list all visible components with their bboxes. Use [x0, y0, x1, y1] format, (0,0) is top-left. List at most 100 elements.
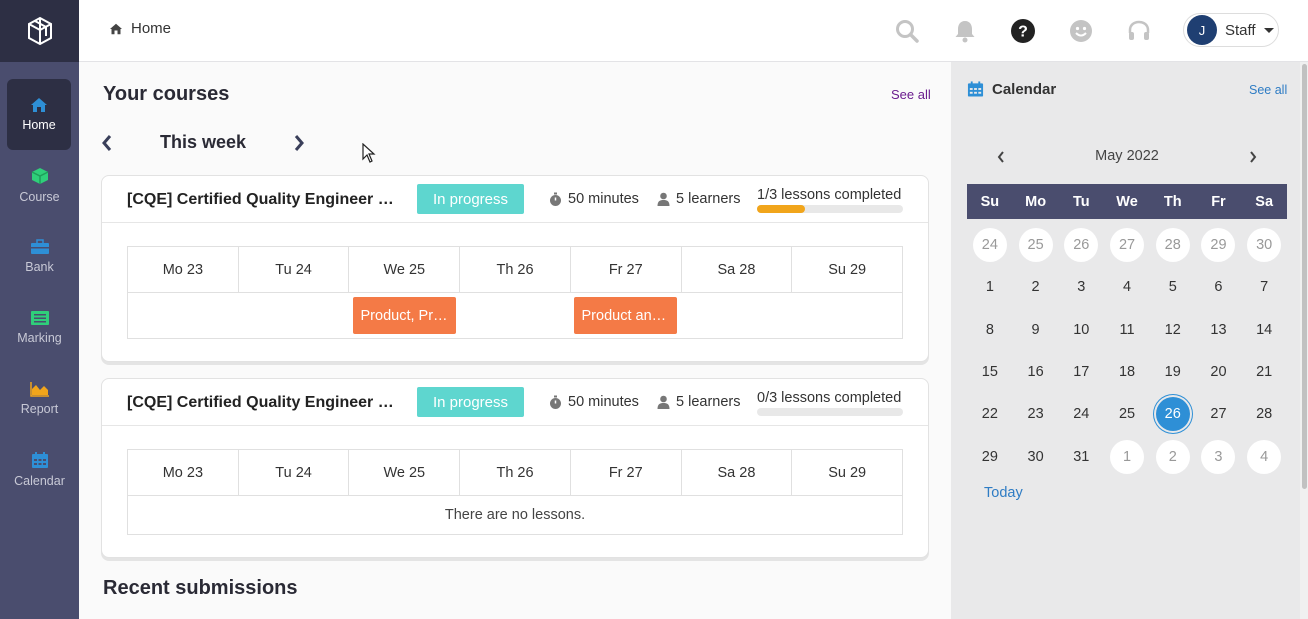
- weekday-label: Th: [1163, 193, 1182, 210]
- sidebar-item-course[interactable]: Course: [0, 150, 79, 221]
- calendar-day[interactable]: 9: [1013, 309, 1059, 351]
- feedback-button[interactable]: [1067, 17, 1095, 45]
- calendar-day[interactable]: 2: [1150, 435, 1196, 477]
- calendar-day[interactable]: 20: [1196, 351, 1242, 393]
- calendar-day[interactable]: 21: [1241, 351, 1287, 393]
- calendar-day-number: 3: [1201, 439, 1236, 474]
- chart-area-icon: [29, 382, 49, 397]
- submissions-heading: Recent submissions: [103, 577, 298, 599]
- breadcrumb[interactable]: Home: [109, 20, 171, 37]
- sidebar-item-calendar[interactable]: Calendar: [0, 434, 79, 505]
- chevron-right-icon[interactable]: [293, 134, 305, 152]
- help-button[interactable]: ?: [1009, 17, 1037, 45]
- calendar-day[interactable]: 1: [967, 266, 1013, 308]
- status-badge: In progress: [417, 387, 524, 417]
- calendar-day[interactable]: 11: [1104, 309, 1150, 351]
- calendar-day-number: 7: [1260, 279, 1269, 296]
- calendar-day[interactable]: 22: [967, 393, 1013, 435]
- calendar-day[interactable]: 23: [1013, 393, 1059, 435]
- course-title[interactable]: [CQE] Certified Quality Engineer (CQE) T…: [127, 394, 397, 412]
- calendar-day[interactable]: 24: [1058, 393, 1104, 435]
- sidebar-item-bank[interactable]: Bank: [0, 221, 79, 292]
- duration-text: 50 minutes: [568, 394, 639, 410]
- course-title[interactable]: [CQE] Certified Quality Engineer (CQE) T…: [127, 191, 397, 209]
- sidebar: Home Course Bank Marking Report Calendar: [0, 0, 79, 619]
- calendar-day[interactable]: 17: [1058, 351, 1104, 393]
- day-header: Su 29: [828, 464, 867, 481]
- calendar-day[interactable]: 25: [1104, 393, 1150, 435]
- calendar-week-row: 1 2 3 4 5 6 7: [967, 266, 1287, 308]
- calendar-day[interactable]: 12: [1150, 309, 1196, 351]
- calendar-day[interactable]: 25: [1013, 224, 1059, 266]
- sidebar-item-label: Course: [19, 190, 60, 204]
- calendar-day[interactable]: 31: [1058, 435, 1104, 477]
- calendar-day-number: 10: [1073, 321, 1090, 338]
- calendar-icon: [967, 81, 984, 97]
- calendar-day[interactable]: 28: [1150, 224, 1196, 266]
- calendar-day[interactable]: 30: [1013, 435, 1059, 477]
- calendar-day[interactable]: 4: [1104, 266, 1150, 308]
- app-logo[interactable]: [0, 0, 79, 62]
- calendar-day-today[interactable]: 26: [1150, 393, 1196, 435]
- calendar-day[interactable]: 19: [1150, 351, 1196, 393]
- calendar-icon: [31, 452, 48, 468]
- calendar-day-number: 27: [1210, 406, 1227, 423]
- calendar-day[interactable]: 29: [967, 435, 1013, 477]
- calendar-day[interactable]: 6: [1196, 266, 1242, 308]
- duration: 50 minutes: [549, 394, 639, 410]
- week-days-row: Mo 23 Tu 24 We 25 Th 26 Fr 27 Sa 28 Su 2…: [128, 247, 902, 293]
- calendar-day[interactable]: 15: [967, 351, 1013, 393]
- calendar-day[interactable]: 4: [1241, 435, 1287, 477]
- calendar-day[interactable]: 3: [1058, 266, 1104, 308]
- learners: 5 learners: [657, 191, 740, 207]
- sidebar-item-report[interactable]: Report: [0, 363, 79, 434]
- user-menu[interactable]: J Staff: [1183, 13, 1279, 47]
- chevron-right-icon[interactable]: [1249, 151, 1257, 163]
- lessons-row: Product, Process and Service Design Prod…: [128, 293, 902, 338]
- calendar-day[interactable]: 13: [1196, 309, 1242, 351]
- calendar-day[interactable]: 1: [1104, 435, 1150, 477]
- calendar-day[interactable]: 10: [1058, 309, 1104, 351]
- chevron-left-icon[interactable]: [101, 134, 113, 152]
- courses-see-all-link[interactable]: See all: [891, 87, 931, 102]
- lesson-block[interactable]: Product, Process and Service Design: [353, 297, 456, 334]
- day-header: Mo 23: [128, 450, 239, 495]
- calendar-day[interactable]: 27: [1196, 393, 1242, 435]
- calendar-day-number: 23: [1027, 406, 1044, 423]
- calendar-day[interactable]: 18: [1104, 351, 1150, 393]
- calendar-day[interactable]: 3: [1196, 435, 1242, 477]
- notifications-button[interactable]: [951, 17, 979, 45]
- calendar-day[interactable]: 27: [1104, 224, 1150, 266]
- sidebar-item-home[interactable]: Home: [7, 79, 71, 150]
- calendar-see-all-link[interactable]: See all: [1249, 83, 1287, 97]
- calendar-day[interactable]: 24: [967, 224, 1013, 266]
- calendar-day-number: 21: [1256, 364, 1273, 381]
- calendar-day[interactable]: 2: [1013, 266, 1059, 308]
- calendar-day[interactable]: 30: [1241, 224, 1287, 266]
- lesson-block[interactable]: Product and Process Control: [574, 297, 677, 334]
- course-card[interactable]: [CQE] Certified Quality Engineer (CQE) T…: [101, 175, 929, 362]
- sidebar-item-marking[interactable]: Marking: [0, 292, 79, 363]
- weekday-label: Fr: [1211, 193, 1226, 210]
- calendar-day[interactable]: 8: [967, 309, 1013, 351]
- day-header: Tu 24: [239, 247, 350, 292]
- calendar-day[interactable]: 7: [1241, 266, 1287, 308]
- lesson-progress: 0/3 lessons completed: [757, 390, 903, 416]
- course-card[interactable]: [CQE] Certified Quality Engineer (CQE) T…: [101, 378, 929, 558]
- calendar-day-number: 26: [1155, 397, 1190, 432]
- calendar-day[interactable]: 29: [1196, 224, 1242, 266]
- weekday-header: Su Mo Tu We Th Fr Sa: [967, 184, 1287, 219]
- calendar-day[interactable]: 5: [1150, 266, 1196, 308]
- scrollbar-thumb[interactable]: [1302, 64, 1307, 489]
- calendar-day[interactable]: 28: [1241, 393, 1287, 435]
- support-button[interactable]: [1125, 17, 1153, 45]
- weekday-label: We: [1116, 193, 1138, 210]
- scrollbar[interactable]: [1300, 62, 1308, 619]
- today-link[interactable]: Today: [984, 485, 1023, 501]
- search-button[interactable]: [893, 17, 921, 45]
- calendar-day[interactable]: 26: [1058, 224, 1104, 266]
- calendar-day[interactable]: 16: [1013, 351, 1059, 393]
- cube-icon: [31, 168, 48, 184]
- calendar-day[interactable]: 14: [1241, 309, 1287, 351]
- question-circle-icon: ?: [1011, 19, 1035, 43]
